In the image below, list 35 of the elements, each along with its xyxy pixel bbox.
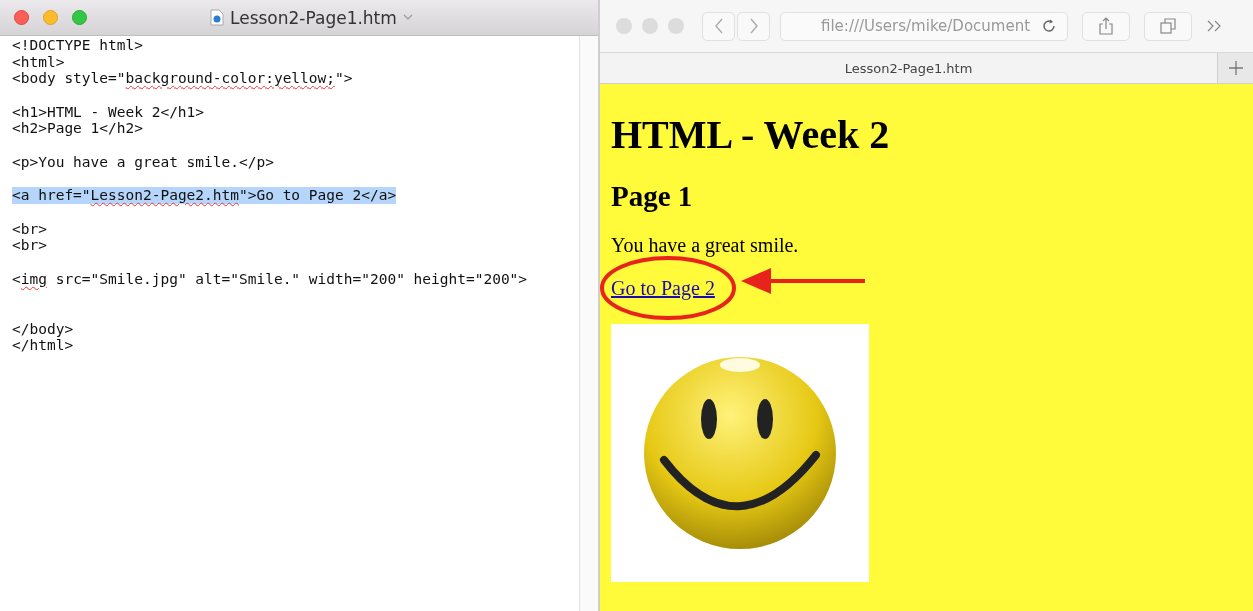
share-icon [1099, 17, 1113, 35]
code-line: </body> [12, 320, 74, 338]
back-button[interactable] [702, 11, 735, 41]
plus-icon [1227, 60, 1244, 76]
reload-icon[interactable] [1041, 18, 1057, 34]
zoom-button[interactable] [668, 18, 684, 34]
share-button[interactable] [1082, 11, 1130, 41]
code-line: <body style="background-color:yellow;"> [12, 70, 353, 88]
minimize-button[interactable] [43, 10, 58, 25]
code-line: <br> [12, 220, 47, 238]
page-paragraph: You have a great smile. [611, 233, 800, 257]
code-line: <br> [12, 237, 47, 254]
code-line: <!DOCTYPE html> [12, 37, 143, 54]
close-button[interactable] [14, 10, 29, 25]
window-title: Lesson2-Page1.htm [230, 7, 397, 28]
forward-button[interactable] [737, 11, 770, 41]
chevron-right-icon [748, 18, 759, 34]
page-subheading: Page 1 [611, 179, 694, 213]
browser-tab[interactable]: Lesson2-Page1.htm [600, 53, 1217, 83]
code-line: <html> [12, 53, 65, 71]
more-icon[interactable] [1206, 20, 1222, 32]
chevron-icon[interactable] [402, 14, 413, 21]
minimize-button[interactable] [642, 18, 658, 34]
code-line: <img src="Smile.jpg" alt="Smile." width="200" height="200"> [12, 270, 528, 288]
document-icon [210, 9, 224, 26]
overlapping-squares-icon [1160, 18, 1176, 34]
code-line: <h1>HTML - Week 2</h1> [12, 103, 205, 121]
close-button[interactable] [616, 18, 632, 34]
tabs-button[interactable] [1144, 11, 1192, 41]
zoom-button[interactable] [72, 10, 87, 25]
chevron-left-icon [713, 18, 724, 34]
code-line: <p>You have a great smile.</p> [12, 153, 274, 171]
code-line: </html> [12, 337, 74, 355]
page-heading: HTML - Week 2 [611, 111, 891, 159]
code-line: <h2>Page 1</h2> [12, 120, 143, 138]
